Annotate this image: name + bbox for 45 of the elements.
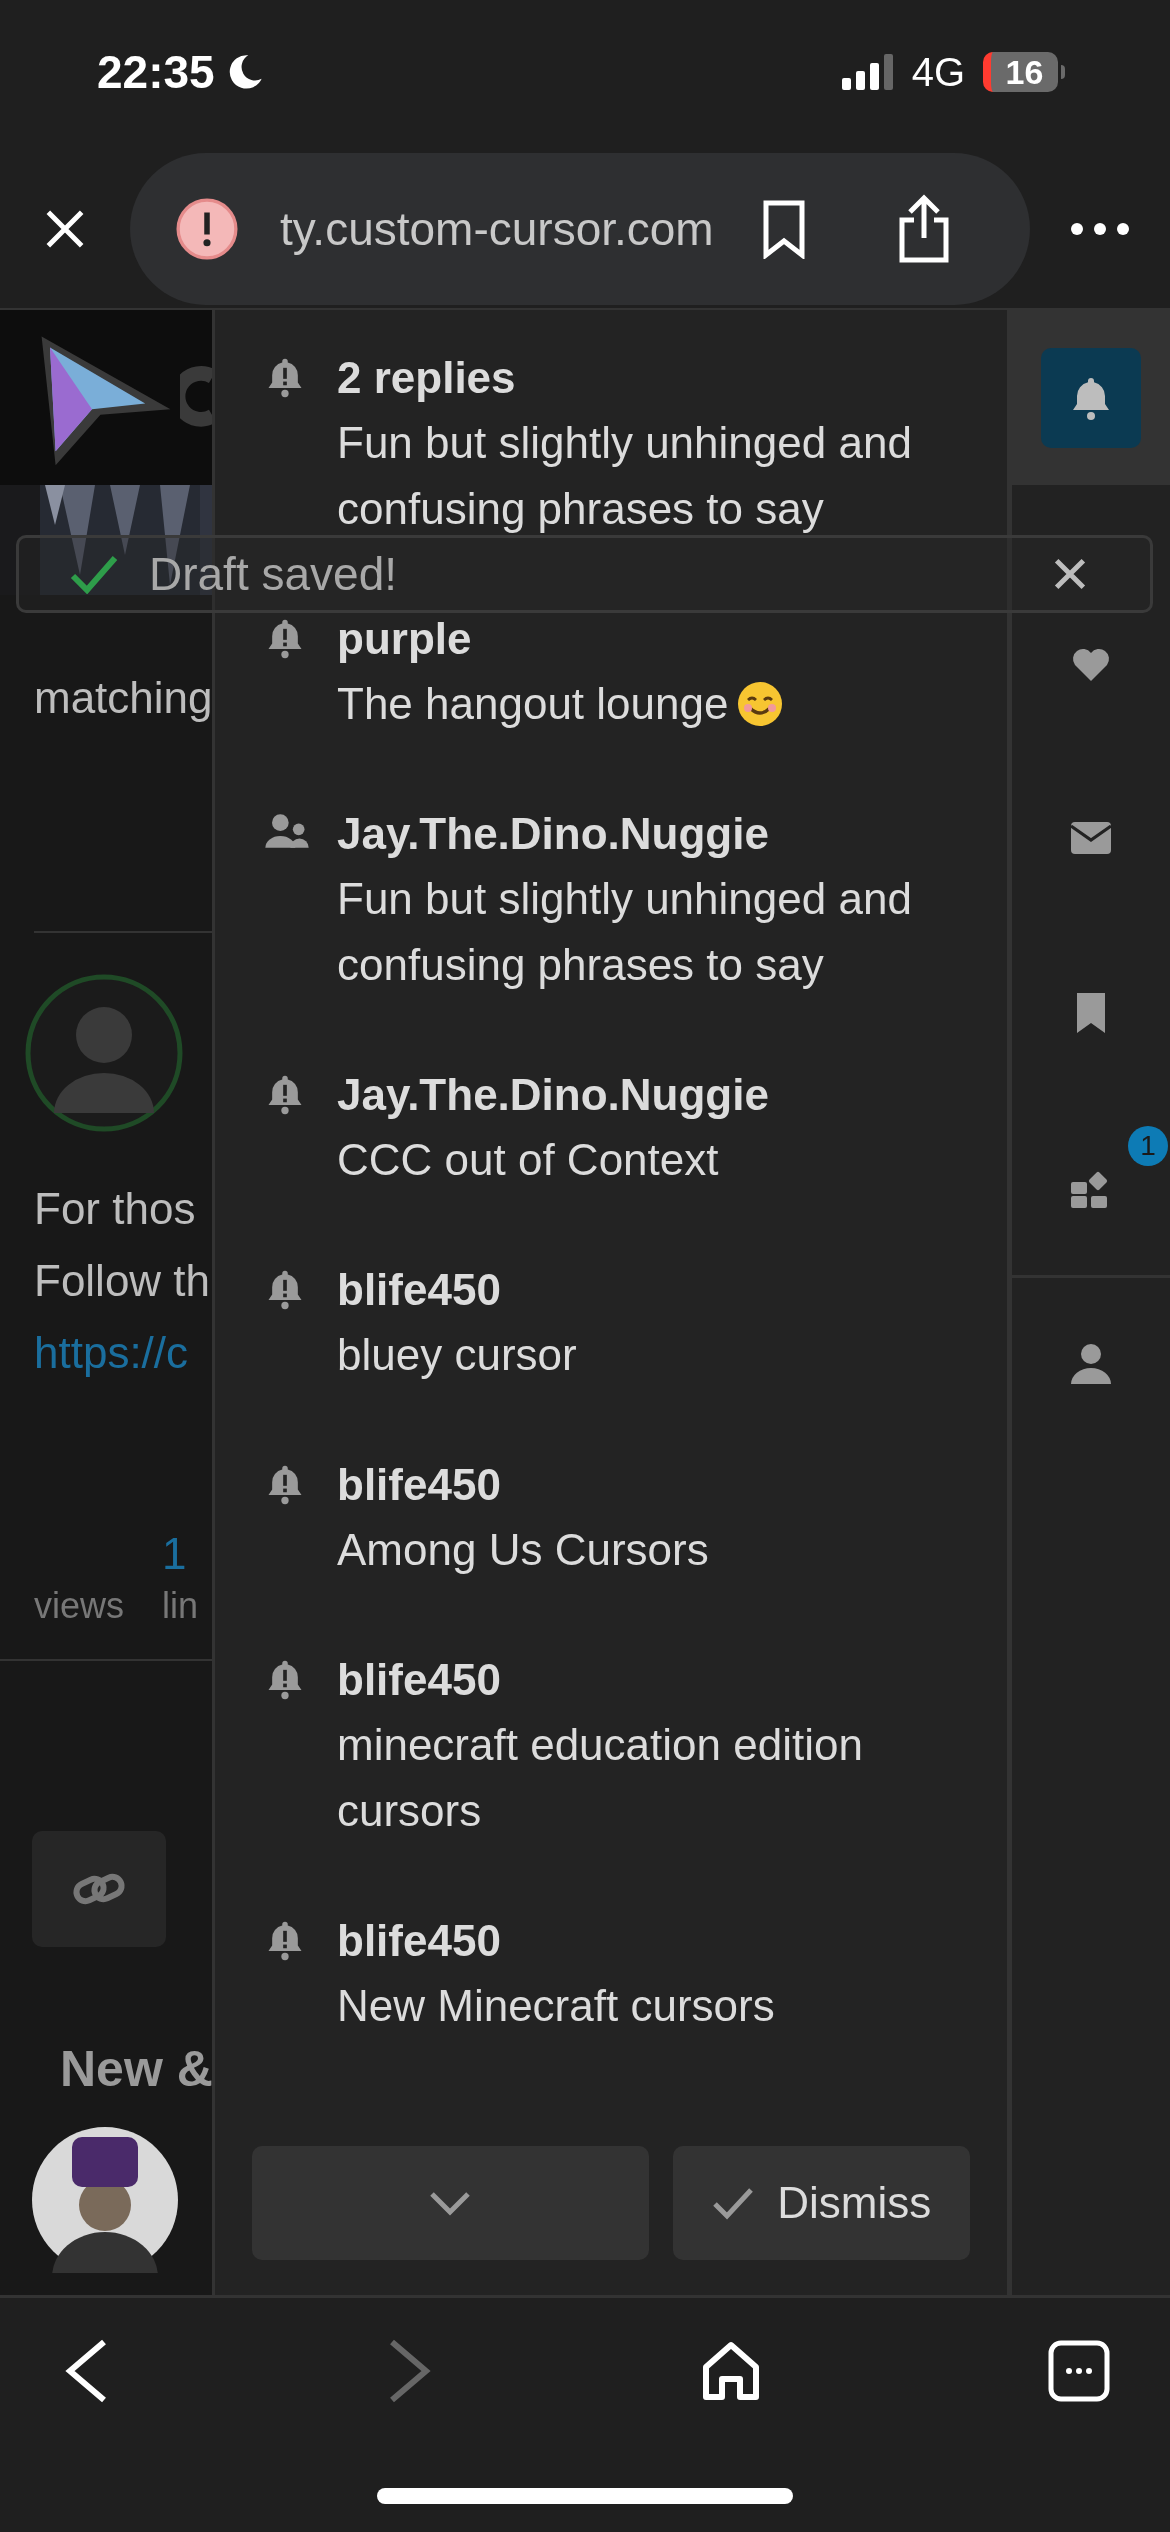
stat-value: 1 (162, 1529, 188, 1579)
notification-title: blife450 (337, 1915, 502, 1967)
section-heading: New & (59, 2040, 214, 2099)
notifications-tab[interactable] (1041, 347, 1141, 448)
notification-text: bluey cursor (337, 1329, 577, 1381)
post-text: Follow th (34, 1255, 211, 1307)
bookmark-icon[interactable] (761, 199, 806, 259)
count-badge: 1 (1128, 1126, 1168, 1166)
notification-title: Jay.The.Dino.Nuggie (337, 808, 770, 860)
toast-message: Draft saved! (149, 549, 397, 599)
post-text: For thos (34, 1183, 196, 1235)
network-label: 4G (911, 49, 965, 96)
forward-icon[interactable] (388, 2338, 432, 2404)
notification-title: 2 replies (337, 352, 517, 404)
clock: 22:35 (97, 44, 215, 100)
home-icon[interactable] (702, 2341, 760, 2401)
tabs-icon[interactable] (1048, 2340, 1110, 2402)
notification-title: purple (337, 613, 473, 665)
warning-icon (174, 196, 240, 262)
notification-title: blife450 (337, 1654, 502, 1706)
notification-text: The hangout lounge (337, 678, 729, 730)
notification-text: Fun but slightly unhinged and confusing phrases to say (337, 873, 913, 991)
check-icon (711, 2186, 756, 2220)
link-button[interactable] (32, 1831, 166, 1947)
notification-title: blife450 (337, 1264, 502, 1316)
notification-text: minecraft education edition cursors (337, 1719, 864, 1837)
stat-label: lin (162, 1584, 199, 1628)
dismiss-button[interactable]: Dismiss (672, 2146, 970, 2260)
notification-title: blife450 (337, 1459, 502, 1511)
url-text: ty.custom-cursor.com (280, 201, 714, 257)
stat-label: views (34, 1584, 125, 1628)
check-icon (69, 554, 119, 594)
address-bar[interactable]: ty.custom-cursor.com (130, 153, 1030, 305)
back-icon[interactable] (64, 2338, 108, 2404)
battery-indicator: 16 (983, 52, 1065, 92)
post-text: matching (34, 672, 213, 724)
notification-text: New Minecraft cursors (337, 1980, 775, 2032)
chevron-down-icon (428, 2190, 473, 2216)
signal-icon (841, 54, 894, 90)
people-icon (263, 811, 311, 851)
notification-text: Fun but slightly unhinged and confusing phrases to say (337, 417, 913, 535)
notification-text: CCC out of Context (337, 1134, 719, 1186)
notification-text: Among Us Cursors (337, 1524, 709, 1576)
more-icon[interactable] (1070, 222, 1130, 236)
notification-title: Jay.The.Dino.Nuggie (337, 1069, 770, 1121)
